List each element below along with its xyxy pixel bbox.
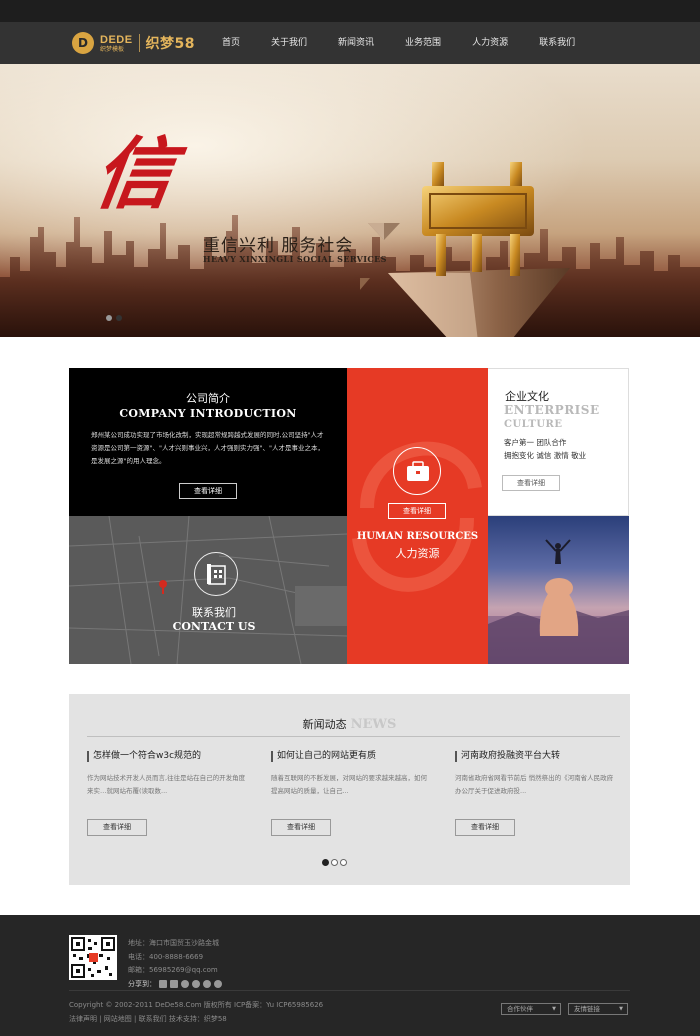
logo-mark-icon: D — [72, 32, 94, 54]
logo-sub: 织梦模板 — [100, 45, 125, 53]
site-footer: 地址：海口市国贸玉沙路金城 电话：400-8888-6669 邮箱：569852… — [0, 915, 700, 1036]
news-item-summary: 作为网站技术开发人员而言,往往是站在自己的开发角度来实…就网站布覆(读取数... — [87, 774, 246, 795]
qr-code-image — [69, 935, 117, 980]
nav-item-home[interactable]: 首页 — [222, 22, 240, 64]
logo-cn: 织梦58 — [145, 36, 196, 52]
contact-map-card[interactable]: 联系我们 CONTACT US — [69, 516, 347, 664]
weibo-share-icon[interactable] — [170, 980, 178, 989]
news-pagination — [322, 859, 347, 866]
culture-values-line-2: 拥抱变化 诚信 激情 敬业 — [504, 451, 587, 460]
star-share-icon[interactable] — [181, 980, 189, 989]
nav-item-contact[interactable]: 联系我们 — [539, 22, 575, 64]
intro-detail-button[interactable]: 查看详细 — [179, 483, 237, 499]
partners-select-value: 合作伙伴 — [507, 1005, 533, 1013]
nav-item-news[interactable]: 新闻资讯 — [338, 22, 374, 64]
site-header: D DEDE 织梦模板 织梦58 首页 关于我们 新闻资讯 业务范围 人力资源 … — [0, 22, 700, 64]
news-item: 如何让自己的网站更有质 随着互联网的不断发展，对网站的要求越来越高，如何提高网站… — [271, 751, 431, 836]
bronze-cauldron-pyramid-image — [360, 162, 570, 337]
news-heading: 新闻动态 NEWS — [69, 713, 630, 732]
intro-body: 郑州某公司成功实现了市场化改制，实现超常规跨越式发展的同时,公司坚持"人才资源是… — [91, 431, 324, 465]
footer-phone: 电话：400-8888-6669 — [128, 952, 204, 961]
contact-title-cn: 联系我们 — [192, 606, 236, 619]
footer-email: 邮箱：56985269@qq.com — [128, 966, 218, 974]
douban-share-icon[interactable] — [203, 980, 211, 989]
qzone-share-icon[interactable] — [159, 980, 167, 989]
nav-item-about[interactable]: 关于我们 — [271, 22, 307, 64]
main-nav: 首页 关于我们 新闻资讯 业务范围 人力资源 联系我们 — [222, 22, 606, 64]
culture-title-en-2: CULTURE — [504, 419, 563, 430]
culture-values-line-1: 客户第一 团队合作 — [504, 438, 567, 447]
news-item-detail-button[interactable]: 查看详细 — [87, 819, 147, 836]
news-item-title[interactable]: 如何让自己的网站更有质 — [271, 751, 431, 762]
footer-address: 地址：海口市国贸玉沙路金城 — [128, 939, 219, 947]
chevron-down-icon: ▼ — [552, 1006, 556, 1012]
news-section: 新闻动态 NEWS 怎样做一个符合w3c规范的 作为网站技术开发人员而言,往往是站… — [69, 694, 630, 885]
intro-title-en: COMPANY INTRODUCTION — [119, 407, 297, 420]
top-strip — [0, 0, 700, 22]
teamwork-hands-image — [488, 516, 629, 664]
renren-share-icon[interactable] — [192, 980, 200, 989]
nav-item-business[interactable]: 业务范围 — [405, 22, 441, 64]
hr-title-cn: 人力资源 — [395, 547, 440, 560]
news-item-detail-button[interactable]: 查看详细 — [455, 819, 515, 836]
hero-banner: 信 重信兴利 服务社会 HEAVY XINXINGLI SOCIAL SERVI… — [0, 64, 700, 337]
culture-title-cn: 企业文化 — [505, 390, 549, 403]
news-title-cn: 新闻动态 — [302, 718, 347, 731]
news-item: 怎样做一个符合w3c规范的 作为网站技术开发人员而言,往往是站在自己的开发角度来… — [87, 751, 247, 836]
contact-title-en: CONTACT US — [172, 620, 256, 633]
feature-grid: 公司简介 COMPANY INTRODUCTION 郑州某公司成功实现了市场化改… — [69, 368, 629, 664]
news-title-en: NEWS — [350, 717, 397, 732]
intro-title-cn: 公司简介 — [186, 392, 230, 405]
banner-pagination — [106, 315, 122, 321]
logo-text: DEDE 织梦模板 — [100, 34, 133, 53]
news-item-title[interactable]: 河南政府投融资平台大转 — [455, 751, 615, 762]
news-dot-1[interactable] — [322, 859, 329, 866]
banner-dot-1[interactable] — [106, 315, 112, 321]
news-item-title[interactable]: 怎样做一个符合w3c规范的 — [87, 751, 247, 762]
footer-links[interactable]: 法律声明 | 网站地图 | 联系我们 技术支持：织梦58 — [69, 1014, 227, 1024]
site-logo[interactable]: D DEDE 织梦模板 织梦58 — [72, 31, 195, 55]
phone-icon — [194, 552, 238, 596]
culture-detail-button[interactable]: 查看详细 — [502, 475, 560, 491]
share-label: 分享到： — [128, 979, 156, 988]
footer-divider — [69, 990, 630, 991]
culture-title-en-1: ENTERPRISE — [504, 403, 600, 417]
banner-calligraphy: 信 — [88, 129, 180, 220]
news-divider — [87, 736, 620, 737]
logo-divider — [138, 34, 140, 52]
culture-card: 企业文化 ENTERPRISE CULTURE 客户第一 团队合作 拥抱变化 诚… — [488, 368, 629, 516]
logo-en: DEDE — [100, 33, 133, 46]
news-item: 河南政府投融资平台大转 河南省政府省网看节前后 悄然祭出的《河南省人民政府办公厅… — [455, 751, 615, 836]
hr-detail-button[interactable]: 查看详细 — [388, 503, 446, 519]
news-item-detail-button[interactable]: 查看详细 — [271, 819, 331, 836]
hr-title-en: HUMAN RESOURCES — [356, 531, 479, 542]
news-item-summary: 随着互联网的不断发展，对网站的要求越来越高，如何提高网站的质量，让自己... — [271, 774, 427, 795]
news-dot-3[interactable] — [340, 859, 347, 866]
more-share-icon[interactable] — [214, 980, 222, 989]
banner-slogan-cn: 重信兴利 服务社会 — [203, 236, 354, 256]
share-bar: 分享到： — [128, 978, 222, 992]
news-dot-2[interactable] — [331, 859, 338, 866]
chevron-down-icon: ▼ — [619, 1006, 623, 1012]
nav-item-hr[interactable]: 人力资源 — [472, 22, 508, 64]
friend-links-select[interactable]: 友情链接 ▼ — [568, 1003, 628, 1015]
company-intro-card: 公司简介 COMPANY INTRODUCTION 郑州某公司成功实现了市场化改… — [69, 368, 347, 516]
footer-copyright: Copyright © 2002-2011 DeDe58.Com 版权所有 IC… — [69, 1001, 324, 1009]
friend-links-select-value: 友情链接 — [574, 1005, 600, 1013]
news-item-summary: 河南省政府省网看节前后 悄然祭出的《河南省人民政府办公厅关于促进政府投... — [455, 774, 614, 795]
human-resources-card: 查看详细 HUMAN RESOURCES 人力资源 — [347, 368, 488, 664]
briefcase-icon — [393, 447, 441, 495]
footer-contact-info: 地址：海口市国贸玉沙路金城 电话：400-8888-6669 邮箱：569852… — [128, 937, 222, 991]
banner-dot-2[interactable] — [116, 315, 122, 321]
partners-select[interactable]: 合作伙伴 ▼ — [501, 1003, 561, 1015]
